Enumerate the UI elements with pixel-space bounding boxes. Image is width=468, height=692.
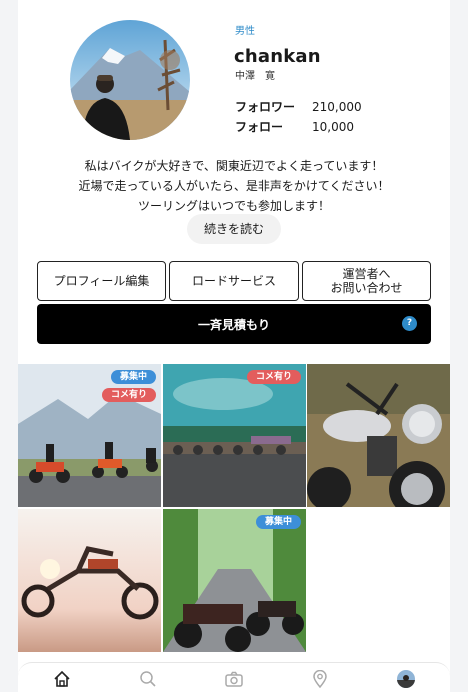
following-count: 10,000 xyxy=(312,120,354,134)
bottom-tab-bar xyxy=(18,662,450,692)
read-more-button[interactable]: 続きを読む xyxy=(187,214,281,244)
profile-bio: 私はバイクが大好きで、関東近辺でよく走っています！ 近場で走っている人がいたら、… xyxy=(18,156,450,216)
recruiting-badge: 募集中 xyxy=(255,515,301,529)
home-icon[interactable] xyxy=(51,668,73,690)
post-thumbnail[interactable]: 募集中 xyxy=(163,509,306,652)
bio-line: 私はバイクが大好きで、関東近辺でよく走っています！ xyxy=(84,159,384,173)
bio-line: ツーリングはいつでも参加します！ xyxy=(137,199,330,213)
profile-avatar[interactable] xyxy=(70,20,190,140)
contact-operator-button[interactable]: 運営者へ お問い合わせ xyxy=(302,261,431,301)
following-label: フォロー xyxy=(235,120,284,134)
followers-stat[interactable]: フォロワー 210,000 xyxy=(235,98,362,115)
comment-badge: コメ有り xyxy=(101,388,156,402)
followers-label: フォロワー xyxy=(235,100,296,114)
bio-line: 近場で走っている人がいたら、是非声をかけてください！ xyxy=(78,179,390,193)
contact-label-line2: お問い合わせ xyxy=(330,281,403,295)
following-stat[interactable]: フォロー 10,000 xyxy=(235,118,354,135)
recruiting-badge: 募集中 xyxy=(110,370,156,384)
camera-icon[interactable] xyxy=(223,668,245,690)
bulk-quote-label: 一斉見積もり xyxy=(197,317,270,332)
post-thumbnail[interactable] xyxy=(18,509,161,652)
real-name: 中澤 寛 xyxy=(235,71,275,82)
edit-profile-button[interactable]: プロフィール編集 xyxy=(37,261,166,301)
contact-label-line1: 運営者へ xyxy=(342,267,391,281)
map-pin-icon[interactable] xyxy=(309,668,331,690)
profile-screen: 男性 chankan 中澤 寛 フォロワー 210,000 フォロー 10,000 … xyxy=(18,0,450,692)
username: chankan xyxy=(234,46,321,67)
help-icon[interactable]: ? xyxy=(402,316,417,331)
bulk-quote-button[interactable]: 一斉見積もり ? xyxy=(37,304,431,344)
post-thumbnail[interactable]: コメ有り xyxy=(163,364,306,507)
search-icon[interactable] xyxy=(137,668,159,690)
post-thumbnail[interactable]: 募集中 コメ有り xyxy=(18,364,161,507)
followers-count: 210,000 xyxy=(312,100,362,114)
road-service-button[interactable]: ロードサービス xyxy=(169,261,299,301)
gender-label: 男性 xyxy=(235,26,255,37)
post-thumbnail[interactable] xyxy=(307,364,450,507)
comment-badge: コメ有り xyxy=(246,370,301,384)
profile-avatar-icon[interactable] xyxy=(395,668,417,690)
